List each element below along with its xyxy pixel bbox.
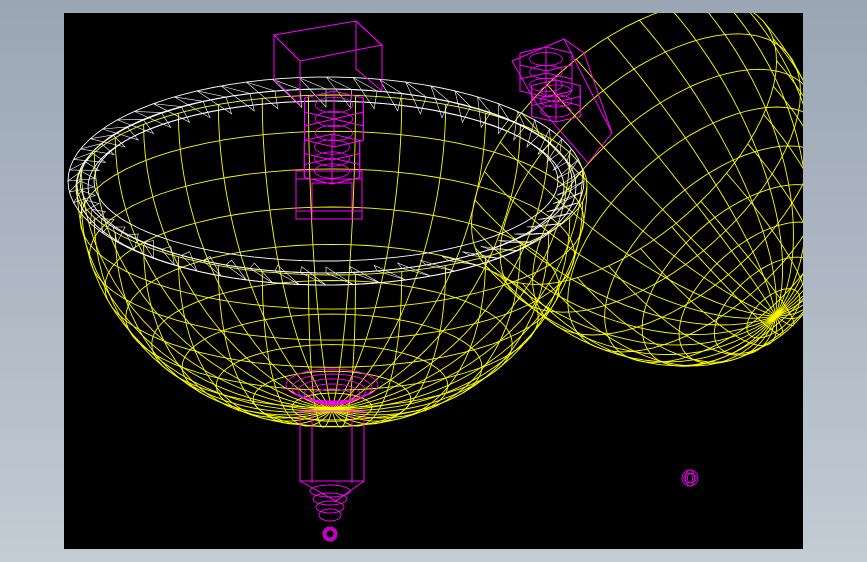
rim-facet: [352, 77, 378, 110]
bowl-rim-torus[interactable]: [66, 76, 585, 286]
ball-ring: [681, 469, 699, 487]
mount-plate: [272, 20, 384, 62]
rim-ring: [67, 76, 585, 286]
longitude-line: [261, 98, 333, 411]
cad-window-frame: [0, 0, 867, 562]
small-ball-marker[interactable]: [681, 469, 699, 487]
rim-facet: [196, 90, 233, 115]
rim-facet: [420, 259, 456, 272]
ball-ring: [686, 472, 693, 484]
hex-fitting-cap[interactable]: [511, 38, 613, 164]
rim-facet: [299, 266, 327, 286]
closed-hemispherical-cap[interactable]: [471, 13, 804, 367]
wireframe-scene[interactable]: [64, 13, 803, 549]
longitude-line: [331, 104, 447, 411]
longitude-line: [640, 248, 777, 347]
rim-facet: [249, 262, 273, 283]
longitude-line: [80, 201, 333, 412]
rim-facet: [117, 119, 155, 135]
longitude-line: [521, 112, 776, 317]
stem: [311, 182, 353, 220]
rim-facet: [404, 81, 427, 115]
latitude-line: [471, 13, 777, 285]
drain-ball: [325, 529, 335, 539]
rim-facet: [180, 251, 198, 272]
longitude-line: [673, 13, 784, 317]
cad-3d-viewport[interactable]: [64, 13, 803, 549]
longitude-line: [308, 95, 333, 411]
drain-ball: [324, 528, 336, 540]
ball-ring: [685, 469, 695, 487]
rim-ring: [93, 100, 559, 262]
rim-facet: [298, 77, 327, 108]
longitude-line: [331, 152, 571, 411]
rim-facet: [379, 79, 403, 112]
drain-thread: [312, 492, 348, 506]
latitude-line: [125, 243, 539, 391]
longitude-line: [708, 13, 794, 317]
latitude-line: [252, 370, 412, 428]
longitude-line: [638, 19, 777, 316]
longitude-line: [607, 37, 777, 316]
mount-side: [355, 19, 383, 93]
latitude-line: [104, 206, 560, 368]
drain-thread: [318, 508, 342, 522]
latitude-line: [641, 184, 803, 367]
bottom-drain-fitting[interactable]: [285, 368, 379, 542]
mount-side: [273, 33, 301, 107]
rim-facet: [274, 264, 300, 285]
hex-fitting-top[interactable]: [272, 19, 384, 220]
drain-thread: [315, 500, 345, 514]
longitude-line: [217, 104, 333, 411]
